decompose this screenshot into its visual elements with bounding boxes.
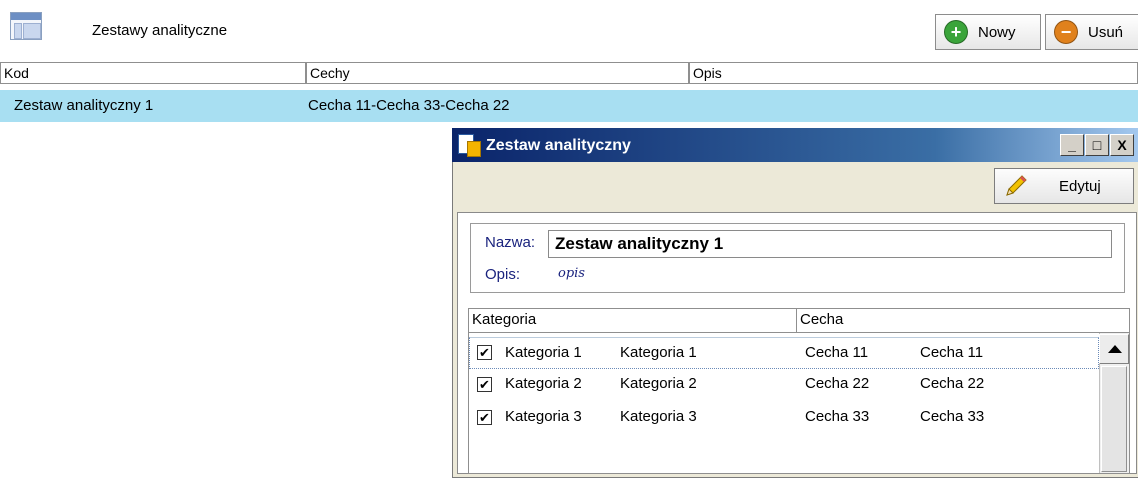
grid-cell: Cecha 11 <box>920 344 984 361</box>
description-label: Opis: <box>485 266 521 283</box>
name-field[interactable]: Zestaw analityczny 1 <box>548 230 1112 258</box>
arrow-up-icon <box>1108 345 1122 353</box>
column-header-opis[interactable]: Opis <box>689 62 1138 84</box>
grid-cell: Kategoria 2 <box>505 375 582 392</box>
document-icon <box>458 134 481 157</box>
row-kod-cell: Zestaw analityczny 1 <box>14 97 154 114</box>
dialog-title: Zestaw analityczny <box>486 137 631 154</box>
grid-cell: Kategoria 1 <box>620 344 697 361</box>
minus-circle-icon: − <box>1054 20 1078 44</box>
grid-cell: Cecha 11 <box>805 344 869 361</box>
delete-button-label: Usuń <box>1088 23 1124 41</box>
scroll-up-button[interactable] <box>1099 334 1129 364</box>
name-label: Nazwa: <box>485 234 536 251</box>
grid-cell: Cecha 22 <box>920 375 985 392</box>
grid-cell: Kategoria 3 <box>620 408 697 425</box>
new-button-label: Nowy <box>978 23 1016 41</box>
grid-cell: Kategoria 2 <box>620 375 697 392</box>
page-title: Zestawy analityczne <box>92 22 228 39</box>
table-icon <box>10 12 42 40</box>
row-checkbox[interactable]: ✔ <box>477 345 492 360</box>
minimize-button[interactable]: _ <box>1060 134 1084 156</box>
table-row[interactable] <box>0 90 1138 122</box>
new-button[interactable]: + Nowy <box>935 14 1041 50</box>
row-cechy-cell: Cecha 11-Cecha 33-Cecha 22 <box>308 97 510 114</box>
description-value: opis <box>558 266 585 281</box>
grid-cell: Kategoria 3 <box>505 408 582 425</box>
column-header-cecha[interactable]: Cecha <box>797 309 1129 333</box>
grid-cell: Cecha 33 <box>805 408 870 425</box>
grid-cell: Kategoria 1 <box>505 344 582 361</box>
maximize-button[interactable]: □ <box>1085 134 1109 156</box>
pencil-icon <box>1006 175 1027 196</box>
close-button[interactable]: X <box>1110 134 1134 156</box>
column-header-kod[interactable]: Kod <box>0 62 306 84</box>
grid-cell: Cecha 22 <box>805 375 870 392</box>
scrollbar-thumb[interactable] <box>1101 366 1127 472</box>
edit-button[interactable]: Edytuj <box>994 168 1134 204</box>
grid-cell: Cecha 33 <box>920 408 985 425</box>
delete-button[interactable]: − Usuń <box>1045 14 1138 50</box>
edit-button-label: Edytuj <box>1059 177 1101 195</box>
plus-circle-icon: + <box>944 20 968 44</box>
row-checkbox[interactable]: ✔ <box>477 377 492 392</box>
row-checkbox[interactable]: ✔ <box>477 410 492 425</box>
column-header-cechy[interactable]: Cechy <box>306 62 689 84</box>
column-header-kategoria[interactable]: Kategoria <box>469 309 797 333</box>
